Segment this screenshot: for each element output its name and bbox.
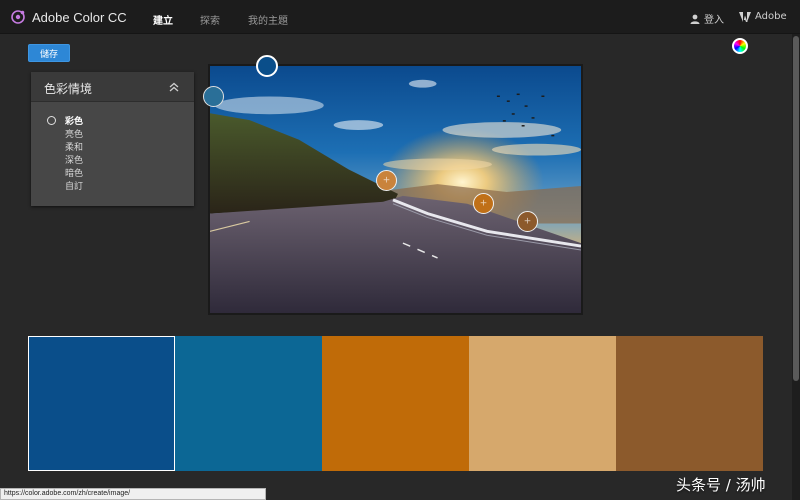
color-palette bbox=[28, 336, 763, 471]
color-picker-handle-3[interactable]: + bbox=[376, 170, 397, 191]
app-window: Adobe Color CC 建立 探索 我的主題 登入 Adobe 儲存 色彩… bbox=[0, 0, 800, 500]
mood-option-label: 亮色 bbox=[65, 130, 84, 140]
road-sunset-photo bbox=[210, 66, 581, 313]
color-swatch-4[interactable] bbox=[469, 336, 616, 471]
mood-option-colorful[interactable]: 彩色 bbox=[47, 114, 83, 127]
color-swatch-5[interactable] bbox=[616, 336, 763, 471]
adobe-label: Adobe bbox=[755, 11, 787, 22]
mood-option-label: 自訂 bbox=[65, 182, 84, 192]
login-label: 登入 bbox=[704, 15, 724, 26]
adobe-link[interactable]: Adobe bbox=[739, 11, 787, 22]
color-picker-handle-5[interactable]: + bbox=[517, 211, 538, 232]
color-mood-title: 色彩情境 bbox=[44, 82, 93, 96]
mood-option-custom[interactable]: 自訂 bbox=[47, 179, 83, 192]
user-icon bbox=[690, 14, 700, 24]
color-mood-list: 彩色 亮色 柔和 深色 暗色 自訂 bbox=[47, 114, 83, 192]
save-button[interactable]: 儲存 bbox=[28, 44, 70, 62]
mood-option-dark[interactable]: 暗色 bbox=[47, 166, 83, 179]
watermark-text: 头条号 / 汤帅 bbox=[676, 476, 766, 494]
adobe-logo-icon bbox=[739, 11, 751, 22]
color-wheel-icon[interactable] bbox=[732, 38, 748, 54]
crosshair-icon: + bbox=[382, 175, 391, 185]
radio-icon bbox=[47, 116, 56, 125]
login-link[interactable]: 登入 bbox=[690, 11, 724, 26]
chevron-up-icon[interactable] bbox=[168, 81, 180, 93]
mood-option-muted[interactable]: 柔和 bbox=[47, 140, 83, 153]
color-mood-panel: 色彩情境 彩色 亮色 柔和 深色 暗色 自訂 bbox=[31, 72, 194, 206]
top-navigation-bar: Adobe Color CC 建立 探索 我的主題 登入 Adobe bbox=[0, 0, 800, 34]
mood-option-bright[interactable]: 亮色 bbox=[47, 127, 83, 140]
color-mood-panel-header[interactable]: 色彩情境 bbox=[31, 72, 194, 102]
mood-option-label: 柔和 bbox=[65, 143, 84, 153]
color-picker-handle-4[interactable]: + bbox=[473, 193, 494, 214]
app-title[interactable]: Adobe Color CC bbox=[32, 10, 127, 25]
mood-option-deep[interactable]: 深色 bbox=[47, 153, 83, 166]
color-picker-handle-2[interactable] bbox=[203, 86, 224, 107]
nav-explore[interactable]: 探索 bbox=[200, 12, 220, 27]
mood-option-label: 彩色 bbox=[65, 117, 84, 127]
mood-option-label: 深色 bbox=[65, 156, 84, 166]
nav-create[interactable]: 建立 bbox=[153, 12, 173, 27]
crosshair-icon: + bbox=[479, 198, 488, 208]
color-picker-handle-1[interactable] bbox=[256, 55, 278, 77]
crosshair-icon: + bbox=[523, 216, 532, 226]
color-swatch-1[interactable] bbox=[28, 336, 175, 471]
mood-option-label: 暗色 bbox=[65, 169, 84, 179]
color-swatch-3[interactable] bbox=[322, 336, 469, 471]
nav-my-themes[interactable]: 我的主題 bbox=[248, 12, 288, 27]
status-bar-url: https://color.adobe.com/zh/create/image/ bbox=[0, 488, 266, 500]
source-image[interactable] bbox=[208, 64, 583, 315]
scrollbar-thumb[interactable] bbox=[793, 36, 799, 381]
adobe-color-logo-icon[interactable] bbox=[10, 9, 26, 25]
color-swatch-2[interactable] bbox=[175, 336, 322, 471]
